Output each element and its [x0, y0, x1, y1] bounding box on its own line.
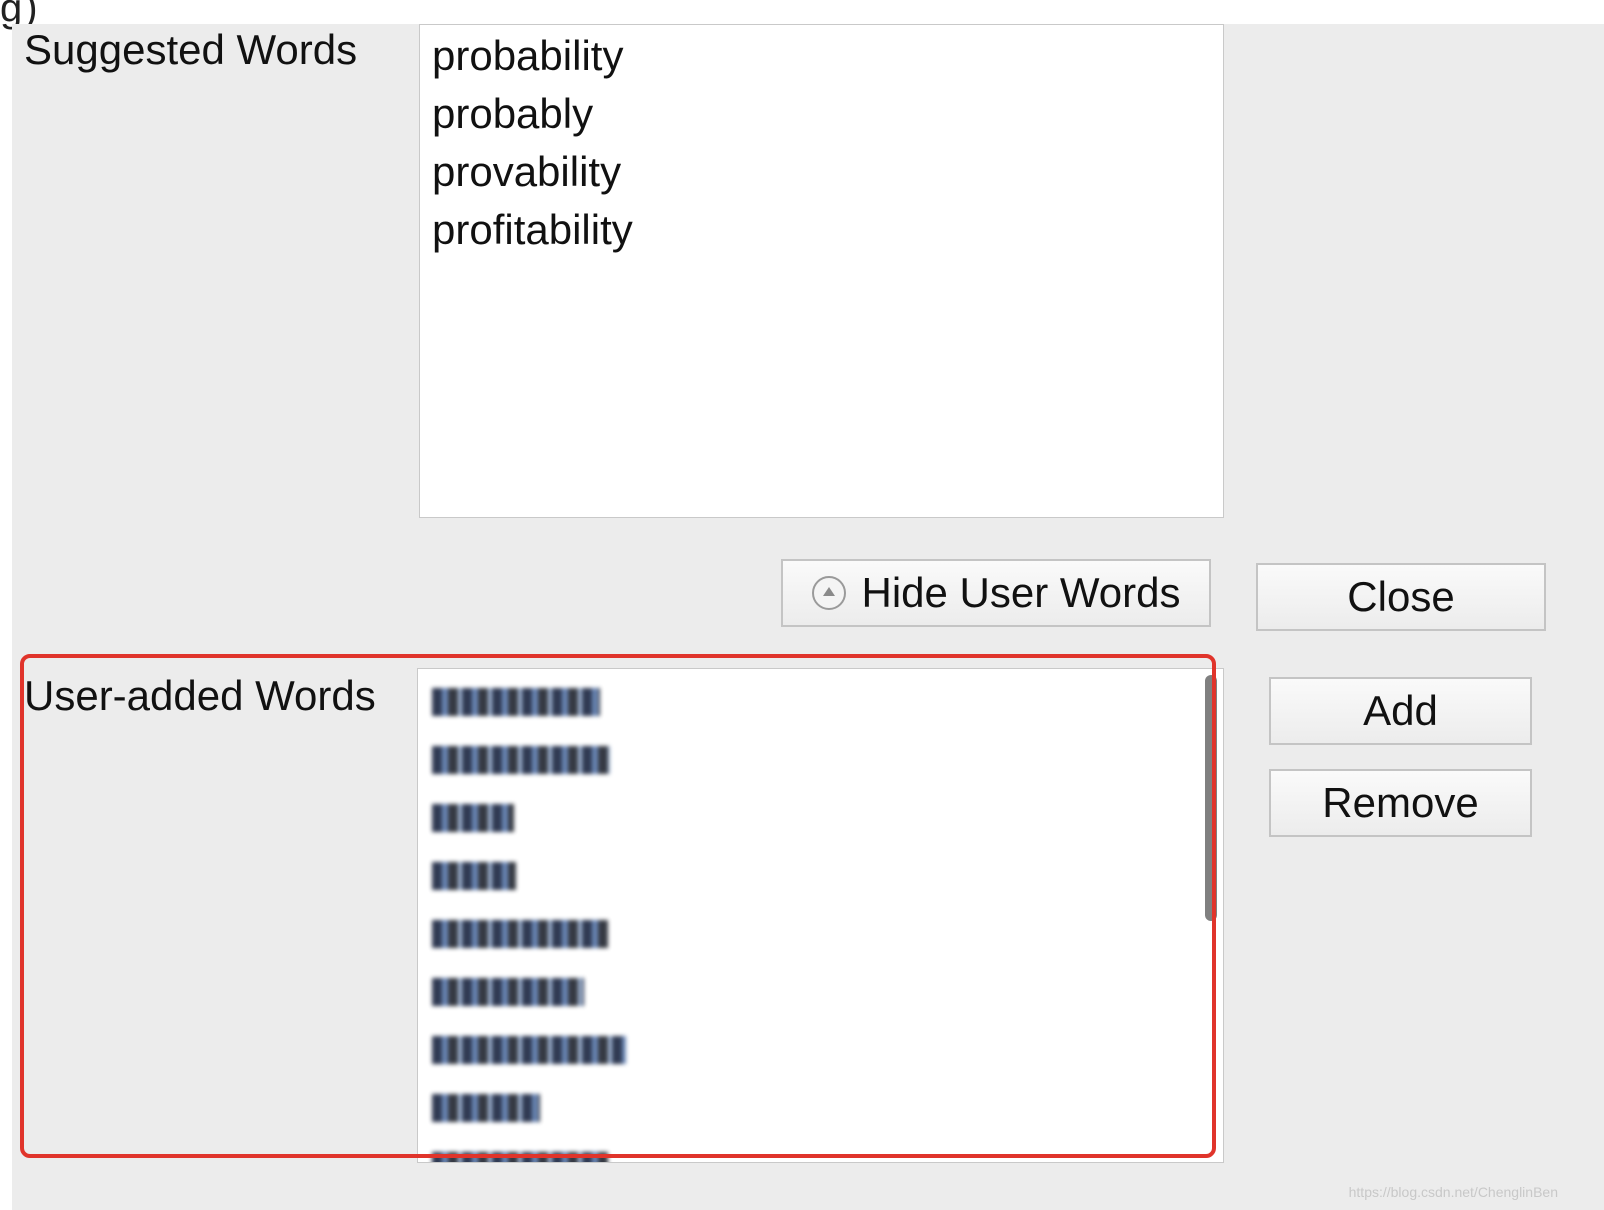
list-item[interactable]: provability — [420, 143, 1223, 201]
watermark: https://blog.csdn.net/ChenglinBen — [1348, 1184, 1558, 1200]
obscured-word — [432, 920, 608, 948]
list-item[interactable] — [418, 1137, 1223, 1162]
list-item[interactable] — [418, 731, 1223, 789]
list-item[interactable] — [418, 1021, 1223, 1079]
list-item[interactable]: probability — [420, 27, 1223, 85]
obscured-word — [432, 1152, 608, 1162]
list-item[interactable] — [418, 847, 1223, 905]
scrollbar-thumb[interactable] — [1205, 675, 1217, 921]
obscured-word — [432, 688, 600, 716]
list-item[interactable] — [418, 905, 1223, 963]
list-item[interactable] — [418, 1079, 1223, 1137]
obscured-word — [432, 746, 610, 774]
obscured-word — [432, 1094, 540, 1122]
obscured-word — [432, 862, 516, 890]
disclosure-up-icon — [811, 576, 846, 610]
suggested-words-label: Suggested Words — [24, 26, 358, 73]
user-added-words-list[interactable] — [417, 668, 1224, 1163]
hide-user-words-button[interactable]: Hide User Words — [781, 559, 1211, 627]
obscured-word — [432, 978, 584, 1006]
list-item[interactable] — [418, 789, 1223, 847]
user-added-words-label: User-added Words — [24, 672, 376, 719]
list-item[interactable]: profitability — [420, 201, 1223, 259]
list-item[interactable] — [418, 673, 1223, 731]
list-item[interactable] — [418, 963, 1223, 1021]
remove-button[interactable]: Remove — [1269, 769, 1532, 837]
obscured-word — [432, 804, 514, 832]
hide-user-words-label: Hide User Words — [861, 569, 1181, 616]
list-item[interactable]: probably — [420, 85, 1223, 143]
obscured-word — [432, 1036, 626, 1064]
add-button[interactable]: Add — [1269, 677, 1532, 745]
suggested-words-list[interactable]: probability probably provability profita… — [419, 24, 1224, 518]
close-button[interactable]: Close — [1256, 563, 1546, 631]
